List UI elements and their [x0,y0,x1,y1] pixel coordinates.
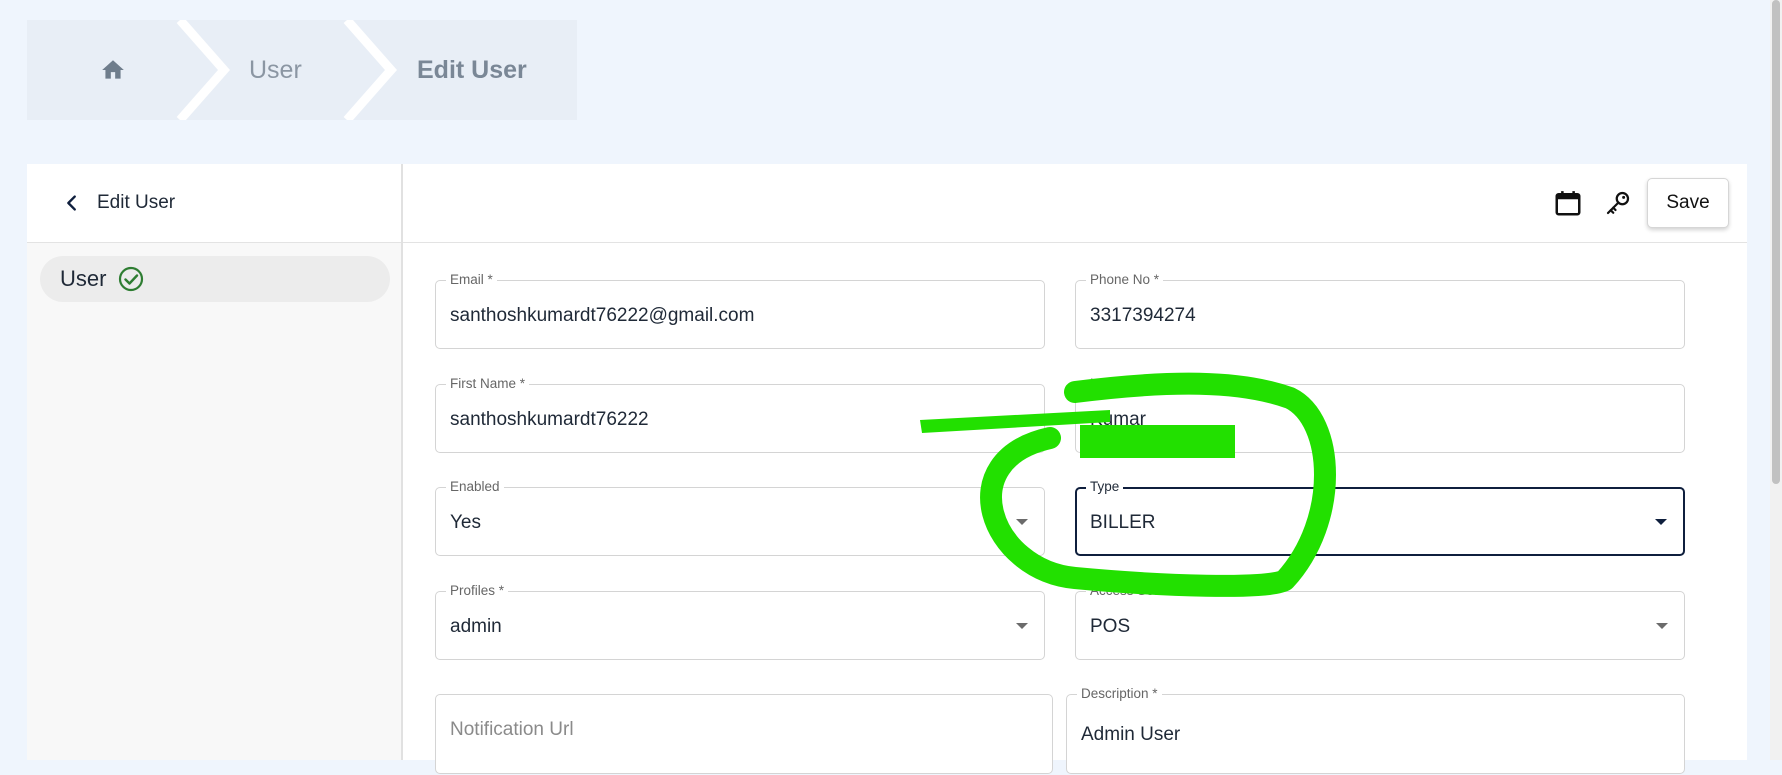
phone-field[interactable]: Phone No * 3317394274 [1075,272,1685,349]
enabled-value: Yes [450,512,481,533]
notification-url-placeholder: Notification Url [450,719,574,740]
dropdown-arrow-icon[interactable] [1655,519,1667,525]
profiles-value: admin [450,616,502,637]
chevron-left-icon [67,195,76,211]
first-name-value: santhoshkumardt76222 [450,409,649,430]
breadcrumb-separator [343,20,397,120]
sidebar-title: Edit User [97,192,176,213]
back-button[interactable] [61,192,83,214]
sidebar: Edit User User [27,164,403,760]
save-button[interactable]: Save [1647,178,1729,228]
last-name-field[interactable]: Last Name * Kumar [1075,376,1685,453]
toolbar: Save [403,164,1747,243]
key-icon[interactable] [1603,188,1633,218]
edit-user-card: Edit User User Save Email * santhoshkuma… [27,164,1747,774]
description-field[interactable]: Description * Admin User [1066,686,1685,774]
breadcrumb: User Edit User [27,20,577,120]
check-circle-icon [118,266,144,292]
enabled-select[interactable]: Enabled Yes [435,479,1045,556]
last-name-value: Kumar [1090,409,1146,430]
type-value: BILLER [1090,512,1156,533]
breadcrumb-separator [176,20,230,120]
access-set-value: POS [1090,616,1131,637]
email-field[interactable]: Email * santhoshkumardt76222@gmail.com [435,272,1045,349]
scrollbar-thumb[interactable] [1772,0,1780,484]
profiles-select[interactable]: Profiles * admin [435,583,1045,660]
type-select[interactable]: Type BILLER [1075,479,1685,556]
calendar-icon[interactable] [1553,188,1583,218]
phone-value: 3317394274 [1090,305,1196,326]
breadcrumb-user[interactable]: User [249,20,302,120]
email-value: santhoshkumardt76222@gmail.com [450,305,755,326]
dropdown-arrow-icon[interactable] [1016,623,1028,629]
sidebar-header: Edit User [27,164,401,243]
home-icon [102,60,124,79]
dropdown-arrow-icon[interactable] [1016,519,1028,525]
description-value: Admin User [1081,724,1181,745]
first-name-field[interactable]: First Name * santhoshkumardt76222 [435,376,1045,453]
access-set-select[interactable]: Access Set * POS [1075,583,1685,660]
dropdown-arrow-icon[interactable] [1656,623,1668,629]
scrollbar[interactable] [1770,0,1782,760]
notification-url-field[interactable]: Notification Url [435,694,1053,774]
breadcrumb-edit-user: Edit User [417,56,527,84]
sidebar-item-user[interactable]: User [40,256,390,302]
sidebar-item-label: User [60,266,107,291]
